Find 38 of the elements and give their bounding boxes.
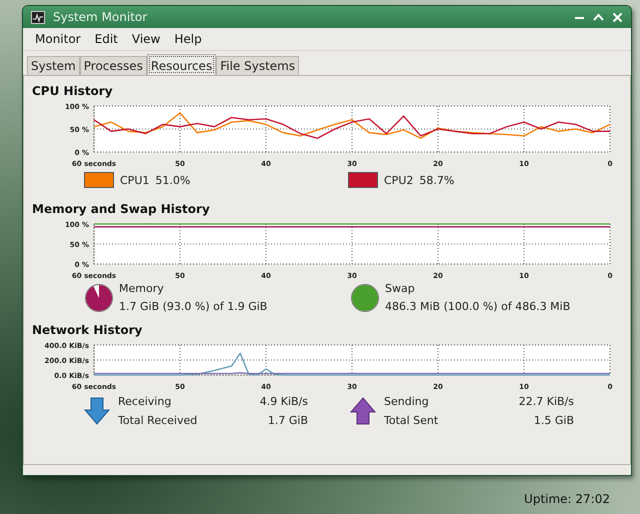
rate-value: 22.7 KiB/s [518,395,574,408]
color-swatch[interactable] [348,172,378,188]
color-swatch[interactable] [84,172,114,188]
tab[interactable]: Processes [80,56,147,75]
window-title: System Monitor [53,10,148,24]
cpu-name: CPU1 [120,174,150,186]
pie-icon[interactable] [84,282,114,312]
section-heading: Network History [32,323,144,337]
maximize-icon[interactable] [593,12,604,22]
memory-usage: 1.7 GiB (93.0 %) of 1.9 GiB [119,300,268,313]
menu-item[interactable]: Edit [88,30,124,48]
pie-icon[interactable] [350,282,380,312]
tab[interactable]: Resources [146,54,216,75]
pulse-icon [31,10,45,24]
cpu-usage: 58.7% [419,174,454,186]
memory-usage: 486.3 MiB (100.0 %) of 486.3 MiB [385,300,570,313]
section-heading: Memory and Swap History [32,202,211,216]
cpu-usage: 51.0% [155,174,190,186]
rate-label: Receiving [118,395,172,408]
menu-item[interactable]: Monitor [29,30,87,48]
memory-label: Memory [119,282,165,295]
cpu-name: CPU2 [384,174,414,186]
total-value: 1.7 GiB [266,414,308,427]
rate-label: Sending [384,395,430,408]
down-arrow-icon [84,397,110,425]
total-label: Total Received [118,414,198,427]
rate-value: 4.9 KiB/s [258,395,308,408]
total-label: Total Sent [384,414,440,427]
section-heading: CPU History [32,84,114,98]
tab[interactable]: File Systems [216,56,300,75]
close-icon[interactable] [612,12,623,22]
menu-item[interactable]: View [126,30,166,48]
memory-label: Swap [385,282,416,295]
total-value: 1.5 GiB [532,414,574,427]
up-arrow-icon [350,397,376,425]
uptime-text: Uptime: 27:02 [524,492,610,506]
menu-item[interactable]: Help [168,30,208,48]
tab[interactable]: System [27,56,80,75]
